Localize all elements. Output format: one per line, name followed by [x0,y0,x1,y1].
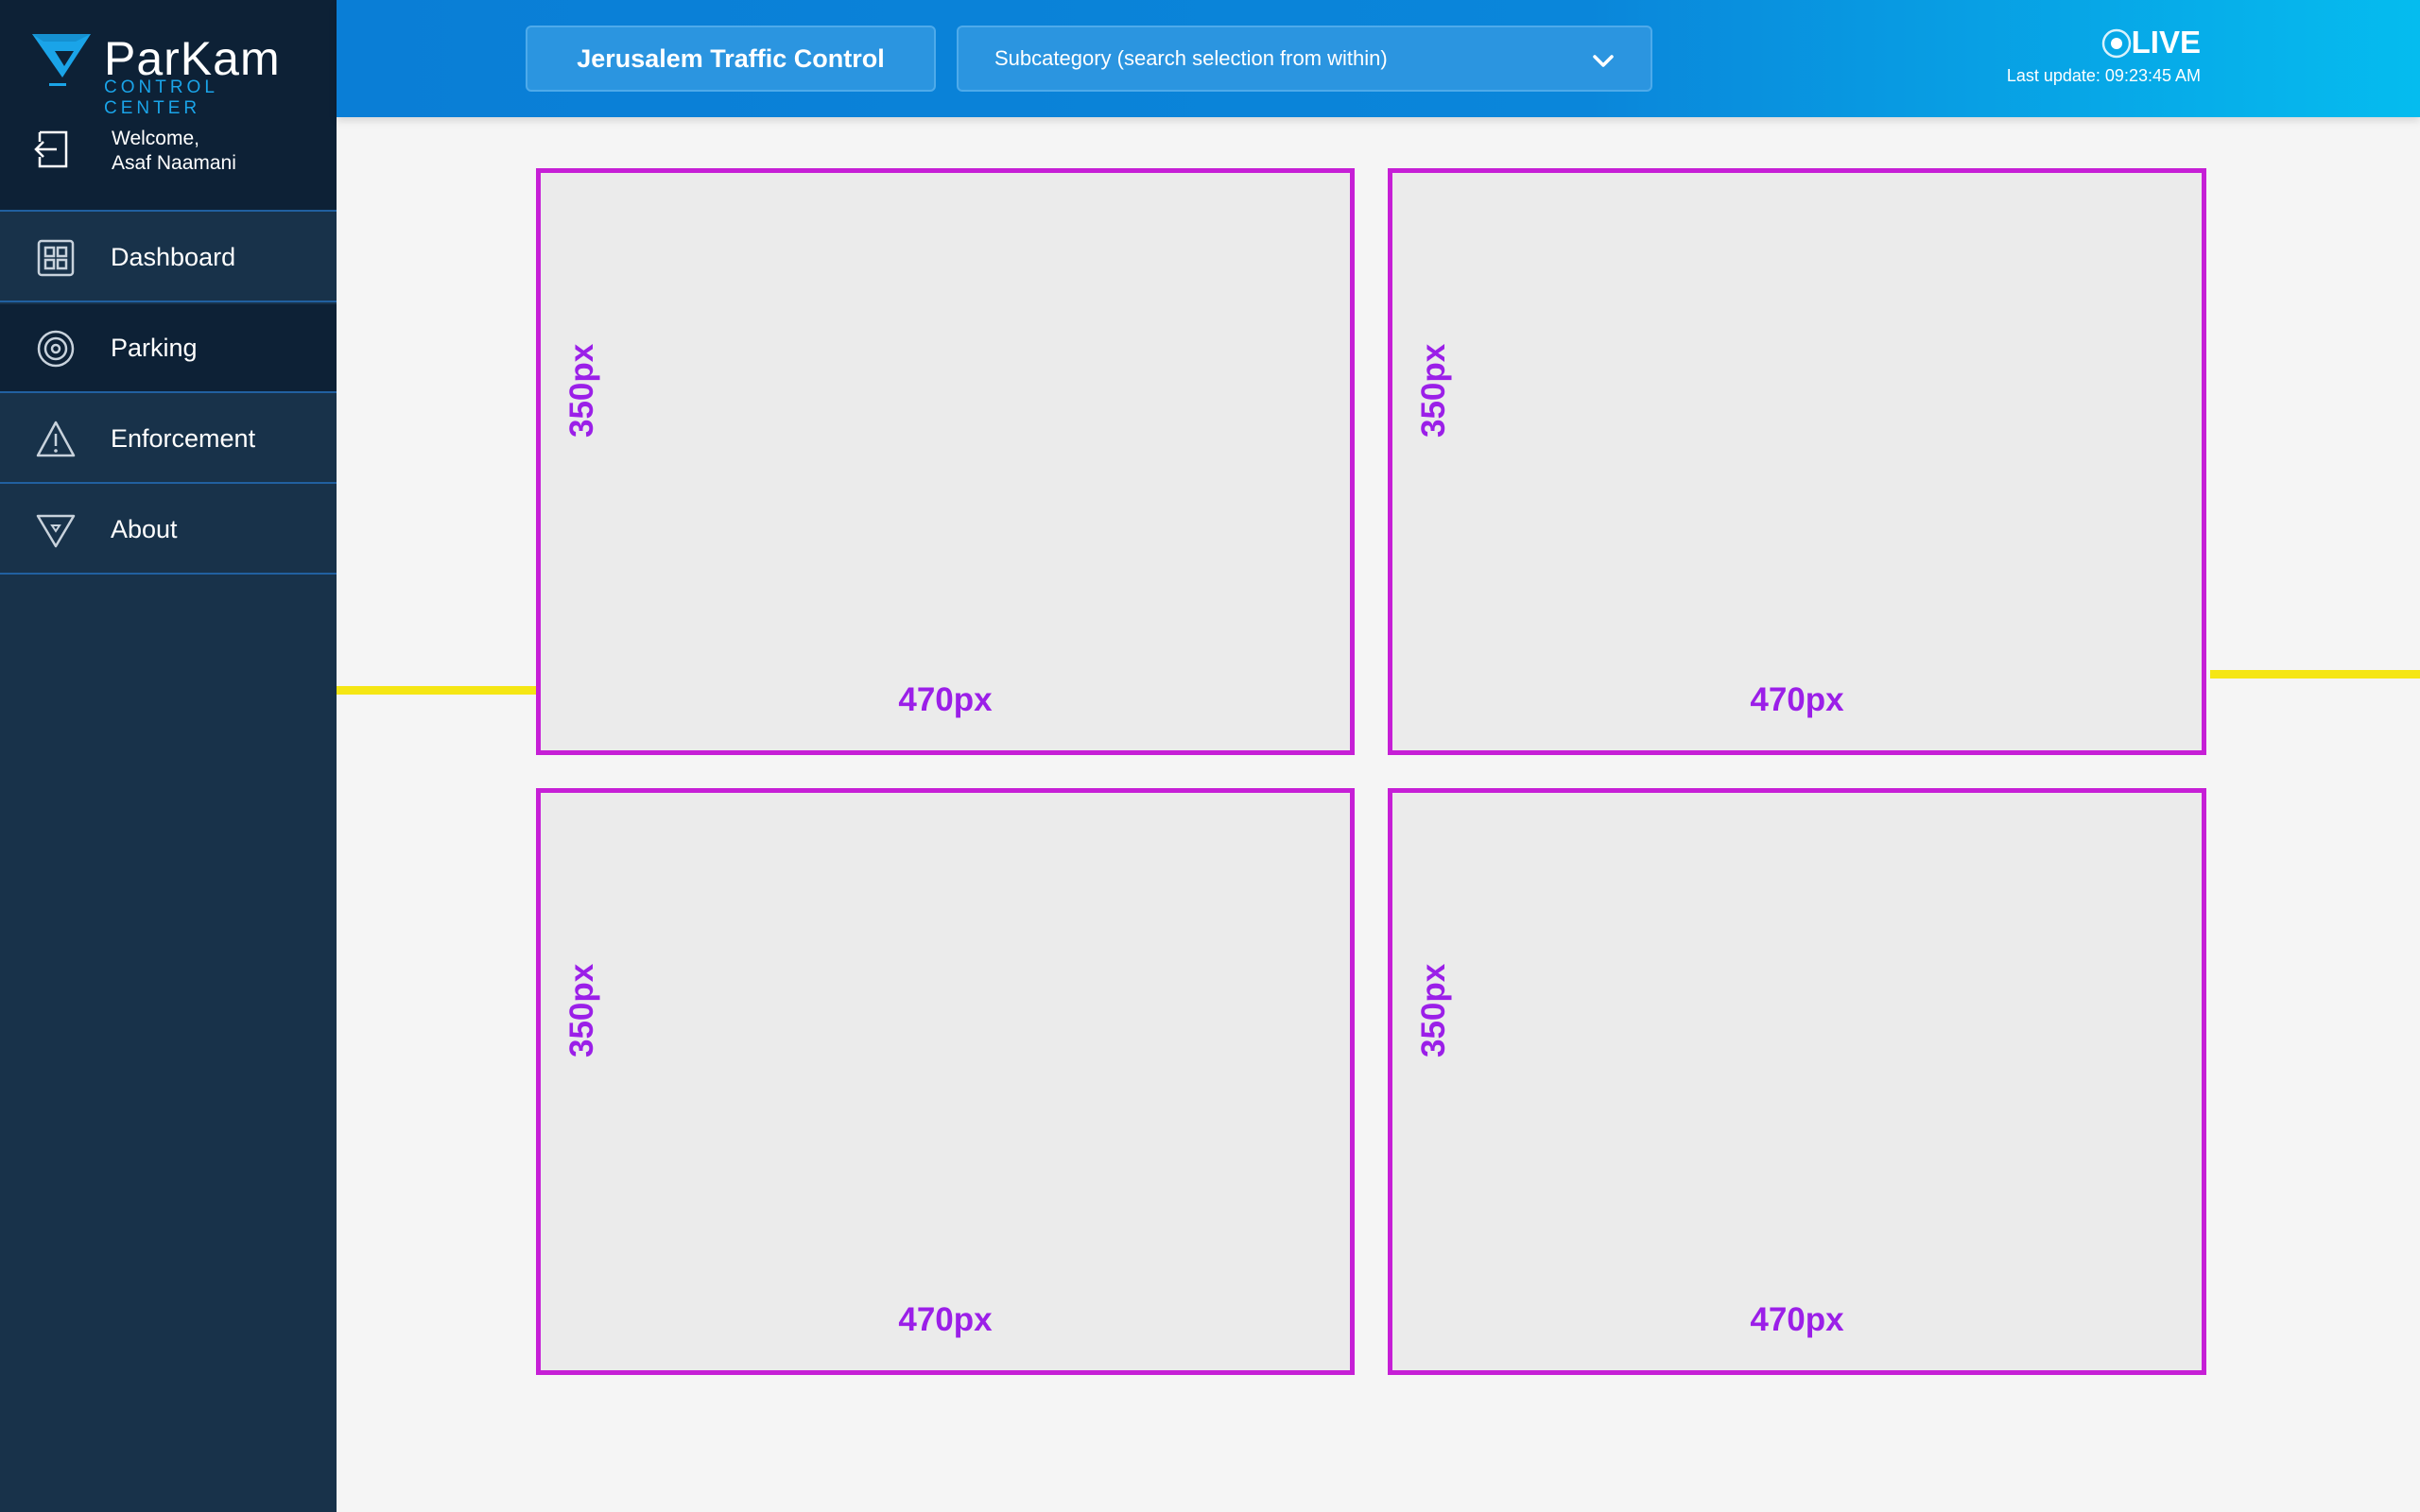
logo-shield-icon [36,514,76,548]
dashboard-grid-icon [37,239,75,277]
panel-height-label: 350px [1415,963,1452,1057]
subcategory-dropdown[interactable]: Subcategory (search selection from withi… [957,26,1652,92]
video-panel[interactable]: 350px 470px [1388,788,2206,1375]
sidebar-item-label: Enforcement [111,424,256,453]
video-panel[interactable]: 350px 470px [536,168,1355,755]
app-logo[interactable]: ParKam CONTROL CENTER [30,30,314,118]
panel-width-label: 470px [1750,681,1844,718]
subcategory-placeholder: Subcategory (search selection from withi… [994,46,1388,70]
welcome-greeting: Welcome, [112,128,199,149]
guide-line-left [337,686,536,695]
video-panel[interactable]: 350px 470px [536,788,1355,1375]
live-status: LIVE Last update: 09:23:45 AM [1917,23,2201,91]
sidebar-item-label: Dashboard [111,243,236,271]
sidebar: ParKam CONTROL CENTER Welcome, Asaf Naam… [0,0,337,1512]
parkam-logo-icon [32,34,91,86]
warning-icon [36,421,76,457]
sidebar-item-dashboard[interactable]: Dashboard [0,214,337,302]
user-welcome: Welcome, Asaf Naamani [34,127,318,187]
category-button[interactable]: Jerusalem Traffic Control [526,26,936,92]
panel-height-label: 350px [563,963,600,1057]
chevron-down-icon [1593,55,1614,67]
panel-width-label: 470px [898,681,993,718]
logout-icon[interactable] [34,130,70,168]
target-icon [37,330,75,368]
sidebar-item-label: About [111,515,178,543]
sidebar-item-label: Parking [111,334,198,362]
sidebar-item-about[interactable]: About [0,486,337,575]
user-name: Asaf Naamani [112,152,236,174]
panel-height-label: 350px [1415,343,1452,438]
video-panel[interactable]: 350px 470px [1388,168,2206,755]
panel-height-label: 350px [563,343,600,438]
last-update-time: Last update: 09:23:45 AM [2006,66,2201,85]
welcome-text: Welcome, Asaf Naamani [112,127,236,176]
top-header: Jerusalem Traffic Control Subcategory (s… [337,0,2420,117]
sidebar-item-parking[interactable]: Parking [0,304,337,393]
panel-width-label: 470px [898,1301,993,1338]
sidebar-header: ParKam CONTROL CENTER Welcome, Asaf Naam… [0,0,337,212]
sidebar-item-enforcement[interactable]: Enforcement [0,395,337,484]
guide-line-right [2210,670,2420,679]
logo-subtitle: CONTROL CENTER [104,77,218,118]
panel-width-label: 470px [1750,1301,1844,1338]
live-label: LIVE [2131,25,2201,60]
live-broadcast-icon [2101,28,2132,59]
